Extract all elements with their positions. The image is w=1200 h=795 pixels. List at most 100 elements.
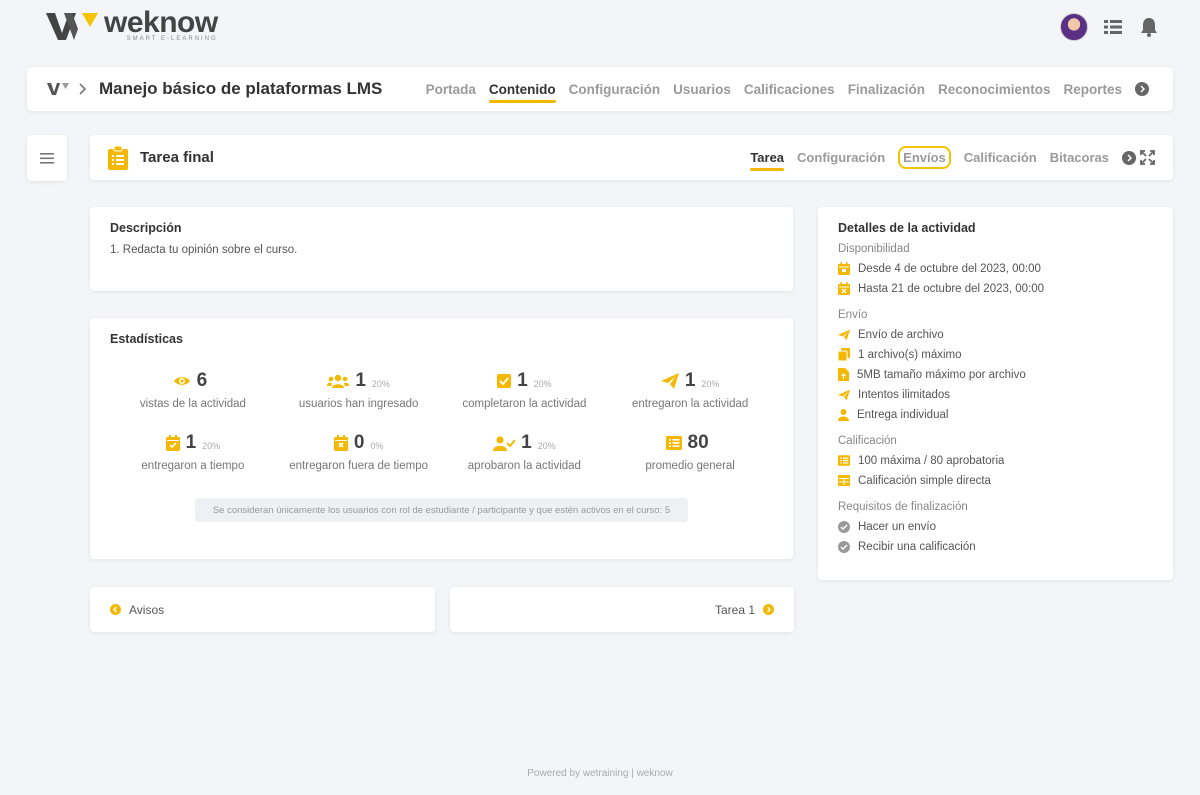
stat-item: 0 0% entregaron fuera de tiempo [276,432,442,472]
task-nav: Tarea Configuración Envíos Calificación … [750,135,1155,180]
weknow-small-logo-icon[interactable] [47,82,69,96]
course-tab-usuarios[interactable]: Usuarios [673,78,731,101]
description-card: Descripción 1. Redacta tu opinión sobre … [90,207,793,291]
stat-item: 80 promedio general [607,432,773,472]
stat-value: 1 [684,370,696,391]
activity-details-card: Detalles de la actividad Disponibilidad … [818,207,1173,580]
eye-icon [173,377,190,385]
next-activity-button[interactable]: Tarea 1 [450,587,794,632]
file-upload-icon [838,368,849,381]
calendar-icon [838,262,850,275]
chevron-right-circle-icon [763,604,774,615]
stat-value: 1 [185,432,197,453]
stat-item: 1 20% completaron la actividad [442,370,608,410]
grading-item-text: Calificación simple directa [858,474,991,487]
completion-title: Requisitos de finalización [838,501,968,513]
stat-label: entregaron a tiempo [141,460,245,472]
stat-item: 6 vistas de la actividad [110,370,276,410]
user-avatar[interactable] [1060,13,1088,41]
brand-logo[interactable]: weknow SMART E-LEARNING [46,6,218,42]
submission-item: 5MB tamaño máximo por archivo [838,368,1153,381]
task-tab-configuracion[interactable]: Configuración [797,146,885,169]
check-square-icon [497,374,512,388]
paper-plane-icon [838,329,850,340]
submission-item-text: 5MB tamaño máximo por archivo [857,368,1026,381]
course-tab-reportes[interactable]: Reportes [1063,78,1122,101]
chevron-left-icon [110,604,121,615]
stat-label: completaron la actividad [462,398,587,410]
side-menu-button[interactable] [27,135,67,181]
grading-item: 100 máxima / 80 aprobatoria [838,454,1153,467]
table-icon [838,475,850,486]
course-tab-portada[interactable]: Portada [426,78,476,101]
previous-activity-button[interactable]: Avisos [90,587,435,632]
submission-item-text: Entrega individual [857,408,949,421]
stat-item: 1 20% usuarios han ingresado [276,370,442,410]
stats-grid: 6 vistas de la actividad 1 20% usuarios … [110,370,773,472]
check-circle-icon [838,520,850,533]
calendar-x-icon [333,435,348,451]
brand-name: weknow [104,6,218,39]
chevron-right-icon [79,83,87,95]
grading-title: Calificación [838,435,897,447]
stat-percent: 20% [371,379,390,389]
grid-list-icon[interactable] [1102,16,1124,38]
course-tab-calificaciones[interactable]: Calificaciones [744,78,835,101]
statistics-heading: Estadísticas [110,332,183,346]
submission-item: Intentos ilimitados [838,388,1153,401]
course-title: Manejo básico de plataformas LMS [99,79,383,98]
stat-label: usuarios han ingresado [298,398,419,410]
stat-label: entregaron la actividad [631,398,749,410]
clipboard-list-icon [108,145,128,170]
stat-value: 1 [521,432,532,453]
availability-from-text: Desde 4 de octubre del 2023, 00:00 [858,262,1041,275]
stat-value: 0 [353,432,365,453]
user-check-icon [493,435,516,451]
details-heading: Detalles de la actividad [838,221,976,235]
bell-icon[interactable] [1138,16,1160,38]
course-nav-next-icon[interactable] [1135,82,1149,96]
next-activity-label: Tarea 1 [714,602,755,617]
paper-plane-icon [838,389,850,400]
task-tab-calificacion[interactable]: Calificación [964,146,1037,169]
course-nav: Portada Contenido Configuración Usuarios… [426,67,1149,111]
submission-item: Envío de archivo [838,328,1153,341]
course-tab-reconocimientos[interactable]: Reconocimientos [938,78,1051,101]
stat-value: 1 [517,370,528,391]
availability-title: Disponibilidad [838,243,910,255]
availability-to-text: Hasta 21 de octubre del 2023, 00:00 [858,282,1045,295]
stat-label: entregaron fuera de tiempo [289,460,428,472]
stat-value: 1 [355,370,366,391]
task-nav-next-icon[interactable] [1122,150,1136,165]
task-tab-tarea[interactable]: Tarea [750,146,784,171]
calendar-check-icon [165,435,180,451]
paper-plane-icon [660,373,679,389]
availability-from: Desde 4 de octubre del 2023, 00:00 [838,262,1153,275]
completion-item-text: Hacer un envío [858,520,936,533]
completion-item-text: Recibir una calificación [858,540,976,553]
list-icon [838,455,850,466]
task-tab-envios[interactable]: Envíos [898,146,951,169]
stat-percent: 20% [537,441,556,451]
statistics-note: Se consideran únicamente los usuarios co… [195,498,688,522]
top-actions [1060,13,1160,41]
course-tab-finalizacion[interactable]: Finalización [848,78,925,101]
hamburger-icon [40,152,54,164]
stat-item: 1 20% entregaron a tiempo [110,432,276,472]
task-tab-bitacoras[interactable]: Bitacoras [1050,146,1109,169]
calendar-x-icon [838,282,850,295]
grading-item: Calificación simple directa [838,474,1153,487]
files-icon [838,348,850,361]
stat-label: vistas de la actividad [139,398,246,410]
description-text: 1. Redacta tu opinión sobre el curso. [110,244,298,256]
check-circle-icon [838,540,850,553]
submission-item-text: Intentos ilimitados [858,388,951,401]
stat-percent: 20% [202,441,221,451]
stat-percent: 20% [533,379,552,389]
expand-icon[interactable] [1140,150,1155,165]
task-bar: Tarea final Tarea Configuración Envíos C… [90,135,1173,180]
statistics-card: Estadísticas 6 vistas de la actividad 1 … [90,318,793,559]
course-tab-configuracion[interactable]: Configuración [569,78,661,101]
course-tab-contenido[interactable]: Contenido [488,78,556,103]
submission-item: Entrega individual [838,408,1153,421]
